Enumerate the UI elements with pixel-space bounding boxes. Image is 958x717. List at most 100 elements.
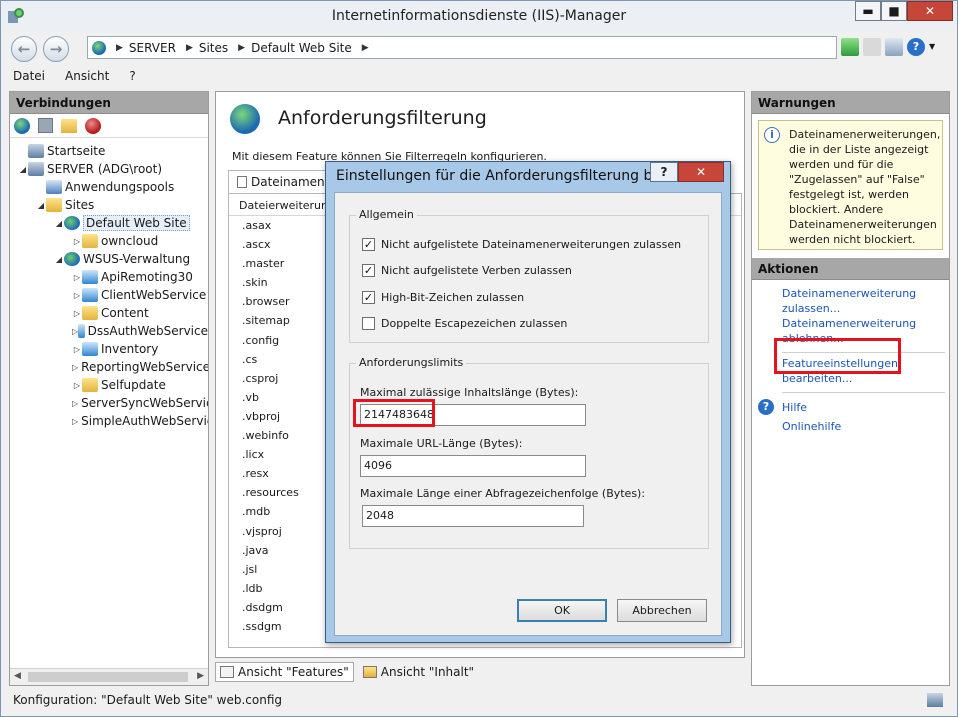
forward-button[interactable]: → [43,36,69,62]
breadcrumb-sites[interactable]: Sites [199,41,228,55]
help-link[interactable]: Hilfe [782,400,807,415]
navigation-bar: ← → ▶ SERVER ▶ Sites ▶ Default Web Site … [1,31,957,65]
expand-icon[interactable]: ▷ [72,273,82,282]
document-icon [237,176,247,188]
stop-icon[interactable] [863,38,881,56]
max-query-length-input[interactable]: 2048 [362,505,584,527]
allow-extension-link[interactable]: Dateinamenerweiterung zulassen... [752,286,949,316]
address-bar[interactable]: ▶ SERVER ▶ Sites ▶ Default Web Site ▶ [87,36,837,59]
content-length-highlight [353,399,435,427]
tree-item-owncloud[interactable]: ▷ owncloud [10,232,208,250]
expand-icon[interactable]: ▷ [72,237,82,246]
up-folder-icon[interactable] [61,118,77,133]
collapse-icon[interactable]: ◢ [18,165,28,174]
scroll-left-icon[interactable]: ◀ [14,671,21,681]
save-icon[interactable] [38,118,53,133]
back-arrow-icon: ← [17,40,31,58]
dialog-close-button[interactable]: ✕ [678,162,724,182]
close-button[interactable]: ✕ [907,1,953,21]
scroll-right-icon[interactable]: ▶ [197,671,204,681]
tree-item-content[interactable]: ▷ Content [10,304,208,322]
expand-icon[interactable]: ▷ [72,417,78,426]
maximize-button[interactable]: ■ [881,1,907,21]
breadcrumb-default-web-site[interactable]: Default Web Site [251,41,352,55]
collapse-icon[interactable]: ◢ [54,219,64,228]
connect-icon[interactable] [14,117,30,134]
expand-icon[interactable]: ▷ [72,381,82,390]
dialog-title: Einstellungen für die Anforderungsfilter… [336,168,675,184]
online-help-link[interactable]: Onlinehilfe [752,419,949,434]
connections-panel: Verbindungen Startseite ◢ SERVER (ADG\roo… [9,91,209,686]
menu-bar: Datei Ansicht ? [1,65,957,87]
status-text: Konfiguration: "Default Web Site" web.co… [13,693,283,707]
tree-item-dssauthwebservice[interactable]: ▷ DssAuthWebService [10,322,208,340]
checkbox-allow-double-escaping[interactable]: Doppelte Escapezeichen zulassen [362,317,567,330]
content-view-label: Ansicht "Inhalt" [380,665,475,679]
checkbox-box[interactable]: ✓ [362,291,375,304]
content-view-tab[interactable]: Ansicht "Inhalt" [358,662,479,682]
refresh-icon[interactable] [841,38,859,56]
expand-icon[interactable]: ▷ [72,291,82,300]
server-icon [28,162,44,176]
help-icon[interactable]: ? [907,38,925,56]
breadcrumb-separator-icon: ▶ [116,42,123,53]
back-button[interactable]: ← [11,36,37,62]
group-limits-label: Anforderungslimits [356,356,467,369]
checkbox-allow-high-bit[interactable]: ✓ High-Bit-Zeichen zulassen [362,291,524,304]
features-view-label: Ansicht "Features" [238,665,349,679]
home-icon[interactable] [885,38,903,56]
tree-item-simpleauthwebservice[interactable]: ▷ SimpleAuthWebService [10,412,208,430]
tree-item-server[interactable]: ◢ SERVER (ADG\root) [10,160,208,178]
max-url-length-input[interactable]: 4096 [360,455,586,477]
expand-icon[interactable]: ▷ [72,399,78,408]
tab-file-extensions[interactable]: Dateinamenerweiterungen [228,170,338,194]
checkbox-label: Nicht aufgelistete Verben zulassen [381,264,572,277]
status-bar: Konfiguration: "Default Web Site" web.co… [1,689,957,711]
breadcrumb-separator-icon: ▶ [238,42,246,53]
menu-help[interactable]: ? [129,69,135,83]
features-view-tab[interactable]: Ansicht "Features" [215,662,354,682]
connections-title: Verbindungen [10,92,208,114]
menu-datei[interactable]: Datei [13,69,45,83]
tree-item-reportingwebservice[interactable]: ▷ ReportingWebService [10,358,208,376]
tree-item-clientwebservice[interactable]: ▷ ClientWebService [10,286,208,304]
title-bar: Internetinformationsdienste (IIS)-Manage… [1,1,957,31]
checkbox-allow-unlisted-extensions[interactable]: ✓ Nicht aufgelistete Dateinamenerweiterun… [362,238,681,251]
checkbox-box[interactable]: ✓ [362,264,375,277]
menu-ansicht[interactable]: Ansicht [65,69,109,83]
breadcrumb-separator-icon: ▶ [361,42,369,53]
warning-box: i Dateinamenerweiterungen, die in der Li… [758,120,943,250]
minimize-button[interactable]: ▬ [855,1,881,21]
cancel-button[interactable]: Abbrechen [617,599,707,622]
tree-item-inventory[interactable]: ▷ Inventory [10,340,208,358]
app-icon [82,342,98,356]
tree-item-sites[interactable]: ◢ Sites [10,196,208,214]
collapse-icon[interactable]: ◢ [36,201,46,210]
tree-item-selfupdate[interactable]: ▷ Selfupdate [10,376,208,394]
tree-item-startseite[interactable]: Startseite [10,142,208,160]
scrollbar-thumb[interactable] [28,672,188,682]
view-switcher: Ansicht "Features" Ansicht "Inhalt" [215,661,745,683]
expand-icon[interactable]: ▷ [72,309,82,318]
tree-item-default-web-site[interactable]: ◢ Default Web Site [10,214,208,232]
help-row[interactable]: ? Hilfe [752,399,949,415]
checkbox-box[interactable] [362,317,375,330]
connection-status-icon [927,693,943,707]
folder-icon [82,234,98,248]
dialog-help-button[interactable]: ? [650,162,678,182]
checkbox-allow-unlisted-verbs[interactable]: ✓ Nicht aufgelistete Verben zulassen [362,264,572,277]
breadcrumb-server[interactable]: SERVER [129,41,176,55]
tree-item-anwendungspools[interactable]: Anwendungspools [10,178,208,196]
collapse-icon[interactable]: ◢ [54,255,64,264]
connections-toolbar [10,114,208,138]
help-dropdown-icon[interactable]: ▼ [929,38,935,56]
tree-item-serversyncwebservice[interactable]: ▷ ServerSyncWebService [10,394,208,412]
tree-horizontal-scrollbar[interactable]: ◀ ▶ [10,668,208,685]
disconnect-icon[interactable] [85,117,101,134]
expand-icon[interactable]: ▷ [72,363,78,372]
checkbox-box[interactable]: ✓ [362,238,375,251]
tree-item-wsus-verwaltung[interactable]: ◢ WSUS-Verwaltung [10,250,208,268]
expand-icon[interactable]: ▷ [72,345,82,354]
tree-item-apiremoting30[interactable]: ▷ ApiRemoting30 [10,268,208,286]
ok-button[interactable]: OK [517,599,607,622]
